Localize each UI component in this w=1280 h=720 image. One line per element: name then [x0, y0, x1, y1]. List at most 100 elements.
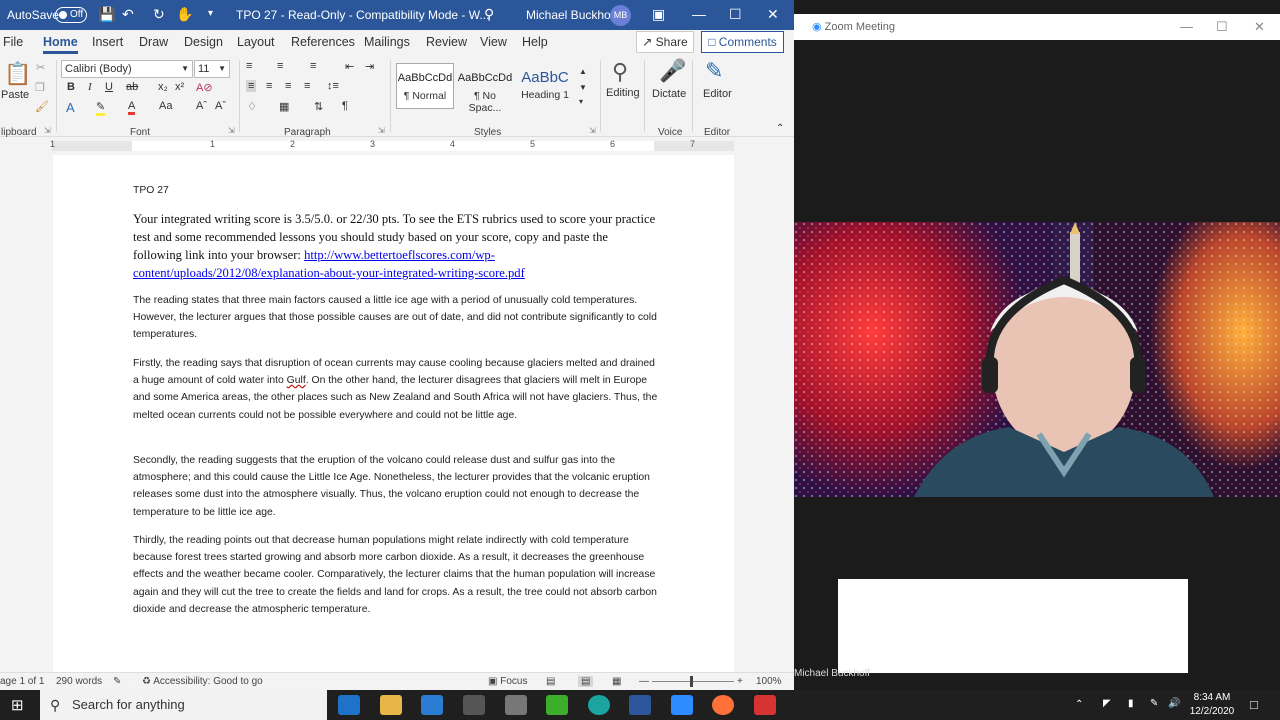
show-formatting-icon[interactable]: ¶	[342, 100, 348, 112]
close-icon[interactable]: ✕	[1254, 14, 1265, 40]
maximize-icon[interactable]: ☐	[1216, 14, 1228, 40]
underline-icon[interactable]: U	[105, 81, 113, 93]
wifi-icon[interactable]: ◤	[1103, 698, 1111, 709]
clear-formatting-icon[interactable]: A⊘	[196, 81, 213, 94]
grow-font-icon[interactable]: Aˆ	[196, 100, 207, 112]
clock-time[interactable]: 8:34 AM	[1185, 692, 1239, 703]
store-icon[interactable]	[463, 695, 485, 715]
copy-icon[interactable]: ❐	[35, 81, 45, 94]
font-name-field[interactable]: Calibri (Body) ▼	[61, 60, 193, 78]
numbering-icon[interactable]: ≡	[277, 60, 283, 72]
collapse-ribbon-icon[interactable]: ⌃	[776, 123, 784, 134]
paste-icon[interactable]: 📋	[4, 61, 31, 87]
minimize-icon[interactable]: —	[692, 6, 706, 22]
camtasia-icon[interactable]	[546, 695, 568, 715]
word-count[interactable]: 290 words	[56, 676, 102, 687]
zoom-in-icon[interactable]: +	[737, 676, 743, 687]
font-size-field[interactable]: 11 ▼	[194, 60, 230, 78]
editing-button[interactable]: Editing	[606, 87, 640, 99]
tab-help[interactable]: Help	[522, 35, 548, 49]
volume-icon[interactable]: 🔊	[1168, 698, 1180, 709]
mail-icon[interactable]	[421, 695, 443, 715]
bullets-icon[interactable]: ≡	[246, 60, 252, 72]
tab-home[interactable]: Home	[43, 35, 78, 54]
tab-view[interactable]: View	[480, 35, 507, 49]
share-button[interactable]: ↗ Share	[636, 31, 694, 53]
avatar[interactable]: MB	[610, 5, 631, 26]
styles-launcher-icon[interactable]: ⇲	[589, 126, 596, 135]
editing-search-icon[interactable]: ⚲	[612, 59, 628, 85]
minimize-icon[interactable]: —	[1180, 14, 1193, 40]
print-layout-icon[interactable]: ▤	[578, 676, 594, 687]
tab-file[interactable]: File	[3, 35, 23, 49]
focus-button[interactable]: ▣ Focus	[488, 676, 527, 687]
page-count[interactable]: age 1 of 1	[0, 676, 44, 687]
dictate-button[interactable]: Dictate	[652, 88, 686, 100]
redo-icon[interactable]: ↻	[153, 6, 165, 22]
microphone-icon[interactable]: 🎤	[659, 58, 686, 84]
recorder-icon[interactable]	[754, 695, 776, 715]
clipboard-launcher-icon[interactable]: ⇲	[44, 126, 51, 135]
format-painter-icon[interactable]: 🖌	[35, 100, 49, 113]
font-color-icon[interactable]: A	[128, 100, 136, 115]
zoom-slider[interactable]	[652, 681, 734, 682]
shading-icon[interactable]: ♢	[247, 100, 257, 113]
comments-button[interactable]: □ Comments	[701, 31, 784, 53]
app-icon[interactable]	[505, 695, 527, 715]
editor-pen-icon[interactable]: ✎	[705, 58, 723, 84]
align-left-icon[interactable]: ≡	[246, 80, 257, 92]
participant-video[interactable]	[794, 222, 1280, 497]
touch-mode-icon[interactable]: ✋	[176, 6, 193, 22]
line-spacing-icon[interactable]: ↕≡	[327, 80, 339, 92]
style-heading-1[interactable]: AaBbC Heading 1	[516, 63, 574, 109]
tab-mailings[interactable]: Mailings	[364, 35, 410, 49]
proofing-icon[interactable]: ✎	[113, 676, 121, 687]
subscript-icon[interactable]: x₂	[158, 81, 168, 93]
taskbar-search[interactable]: ⚲ Search for anything	[40, 690, 327, 720]
align-right-icon[interactable]: ≡	[285, 80, 291, 92]
zoom-icon[interactable]	[671, 695, 693, 715]
styles-scroll-down-icon[interactable]: ▼	[579, 83, 587, 92]
sort-icon[interactable]: ⇅	[314, 100, 323, 113]
close-icon[interactable]: ✕	[767, 6, 779, 22]
tab-design[interactable]: Design	[184, 35, 223, 49]
document-page[interactable]: TPO 27 Your integrated writing score is …	[53, 155, 734, 675]
accessibility-status[interactable]: ♻ Accessibility: Good to go	[142, 676, 263, 687]
change-case-icon[interactable]: Aa	[159, 100, 172, 112]
style-normal[interactable]: AaBbCcDd ¶ Normal	[396, 63, 454, 109]
borders-icon[interactable]: ▦	[279, 100, 289, 113]
edge-icon[interactable]	[588, 695, 610, 715]
increase-indent-icon[interactable]: ⇥	[365, 60, 374, 73]
paste-button[interactable]: Paste	[1, 89, 29, 101]
multilevel-list-icon[interactable]: ≡	[310, 60, 316, 72]
tab-references[interactable]: References	[291, 35, 355, 49]
ruler[interactable]: 1 1 2 3 4 5 6 7	[50, 139, 734, 151]
read-mode-icon[interactable]: ▤	[546, 676, 555, 687]
file-explorer-icon[interactable]	[380, 695, 402, 715]
windows-start-icon[interactable]: ⊞	[11, 696, 24, 714]
battery-icon[interactable]: ▮	[1128, 698, 1134, 709]
superscript-icon[interactable]: x²	[175, 81, 184, 93]
font-launcher-icon[interactable]: ⇲	[228, 126, 235, 135]
tray-chevron-icon[interactable]: ⌃	[1075, 699, 1083, 710]
editor-button[interactable]: Editor	[703, 88, 732, 100]
tab-insert[interactable]: Insert	[92, 35, 123, 49]
italic-icon[interactable]: I	[88, 81, 92, 93]
zoom-out-icon[interactable]: —	[639, 676, 649, 687]
justify-icon[interactable]: ≡	[304, 80, 310, 92]
decrease-indent-icon[interactable]: ⇤	[345, 60, 354, 73]
save-icon[interactable]: 💾	[98, 6, 115, 22]
style-no-spacing[interactable]: AaBbCcDd ¶ No Spac...	[456, 63, 514, 114]
strikethrough-icon[interactable]: ab	[126, 81, 138, 93]
search-icon[interactable]: ⚲	[484, 6, 494, 22]
maximize-icon[interactable]: ☐	[729, 6, 742, 22]
styles-scroll-up-icon[interactable]: ▲	[579, 67, 587, 76]
clock-date[interactable]: 12/2/2020	[1185, 706, 1239, 717]
undo-icon[interactable]: ↶	[122, 6, 134, 22]
highlight-icon[interactable]: ✎	[96, 100, 106, 116]
edge-legacy-icon[interactable]	[338, 695, 360, 715]
tab-layout[interactable]: Layout	[237, 35, 275, 49]
text-effects-icon[interactable]: A	[66, 100, 75, 115]
align-center-icon[interactable]: ≡	[266, 80, 272, 92]
notifications-icon[interactable]: □	[1250, 697, 1258, 712]
